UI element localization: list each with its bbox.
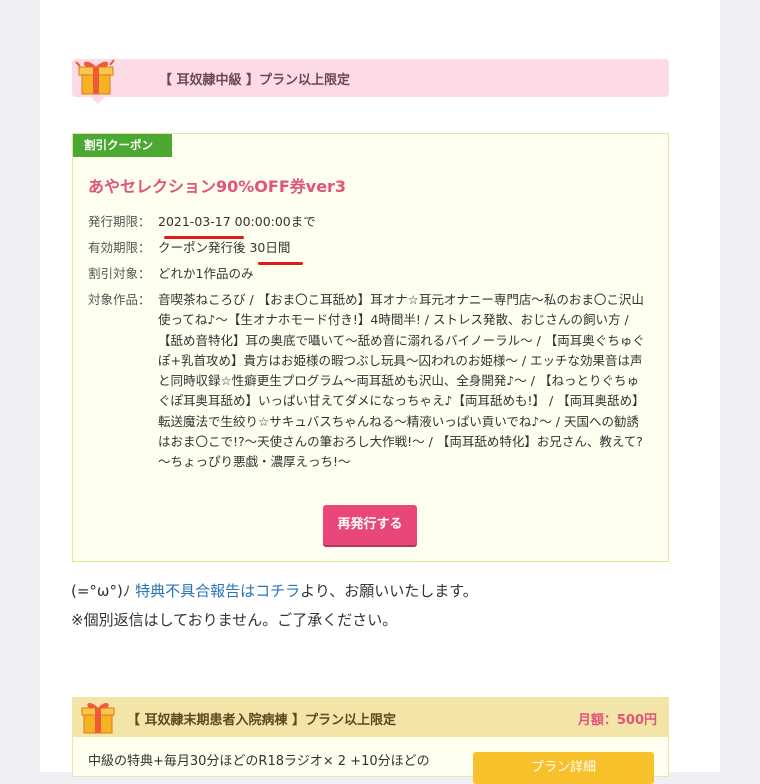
- no-reply-note: ※個別返信はしておりません。ご了承ください。: [71, 611, 398, 629]
- issue-value: 2021-03-17 00:00:00まで: [158, 214, 316, 229]
- plan-description: 中級の特典+毎月30分ほどのR18ラジオ× 2 +10分ほどの: [88, 754, 430, 769]
- target-row: 割引対象： どれか1作品のみ: [88, 264, 253, 284]
- plan-price: 月額：500円: [577, 713, 657, 728]
- target-label: 割引対象：: [88, 266, 151, 281]
- coupon-card: 割引クーポン あやセレクション90%OFF券ver3 発行期限： 2021-03-…: [72, 133, 669, 562]
- works-row-label: 対象作品：: [88, 290, 158, 310]
- plan-body: 中級の特典+毎月30分ほどのR18ラジオ× 2 +10分ほどの プラン詳細: [72, 737, 669, 784]
- valid-row: 有効期限： クーポン発行後 30日間: [88, 238, 290, 258]
- content-column: 【 耳奴隷中級 】プラン以上限定 割引クーポン あやセレクション90%OFF券v…: [40, 0, 720, 784]
- annotation-underline-days: [258, 262, 303, 265]
- gift-icon: [81, 703, 115, 734]
- banner-pointer: [90, 96, 106, 104]
- issue-row: 発行期限： 2021-03-17 00:00:00まで: [88, 212, 316, 232]
- reissue-button[interactable]: 再発行する: [323, 505, 417, 545]
- plan-detail-button[interactable]: プラン詳細: [473, 752, 654, 784]
- target-value: どれか1作品のみ: [158, 266, 254, 281]
- report-note: (=°ω°)ﾉ 特典不具合報告はコチラより、お願いいたします。: [71, 580, 478, 601]
- coupon-title: あやセレクション90%OFF券ver3: [88, 177, 347, 196]
- plan-banner-text: 【 耳奴隷中級 】プラン以上限定: [159, 73, 351, 88]
- report-note-prefix: (=°ω°)ﾉ: [71, 582, 136, 600]
- issue-label: 発行期限：: [88, 214, 151, 229]
- plan-title: 【 耳奴隷末期患者入院病棟 】プラン以上限定: [127, 713, 397, 728]
- plan-banner: 【 耳奴隷中級 】プラン以上限定: [72, 59, 669, 97]
- gift-icon: [75, 59, 115, 95]
- annotation-underline-date: [164, 236, 244, 239]
- plan-header: 【 耳奴隷末期患者入院病棟 】プラン以上限定 月額：500円: [72, 697, 669, 737]
- works-label: 対象作品：: [88, 292, 151, 307]
- report-note-suffix: より、お願いいたします。: [300, 582, 478, 600]
- valid-label: 有効期限：: [88, 240, 151, 255]
- coupon-badge: 割引クーポン: [73, 134, 172, 157]
- target-works-list: 音喫茶ねころび / 【おま〇こ耳舐め】耳オナ☆耳元オナニー専門店～私のおま〇こ沢…: [158, 292, 645, 470]
- valid-value: クーポン発行後 30日間: [158, 240, 291, 255]
- bug-report-link[interactable]: 特典不具合報告はコチラ: [135, 582, 300, 600]
